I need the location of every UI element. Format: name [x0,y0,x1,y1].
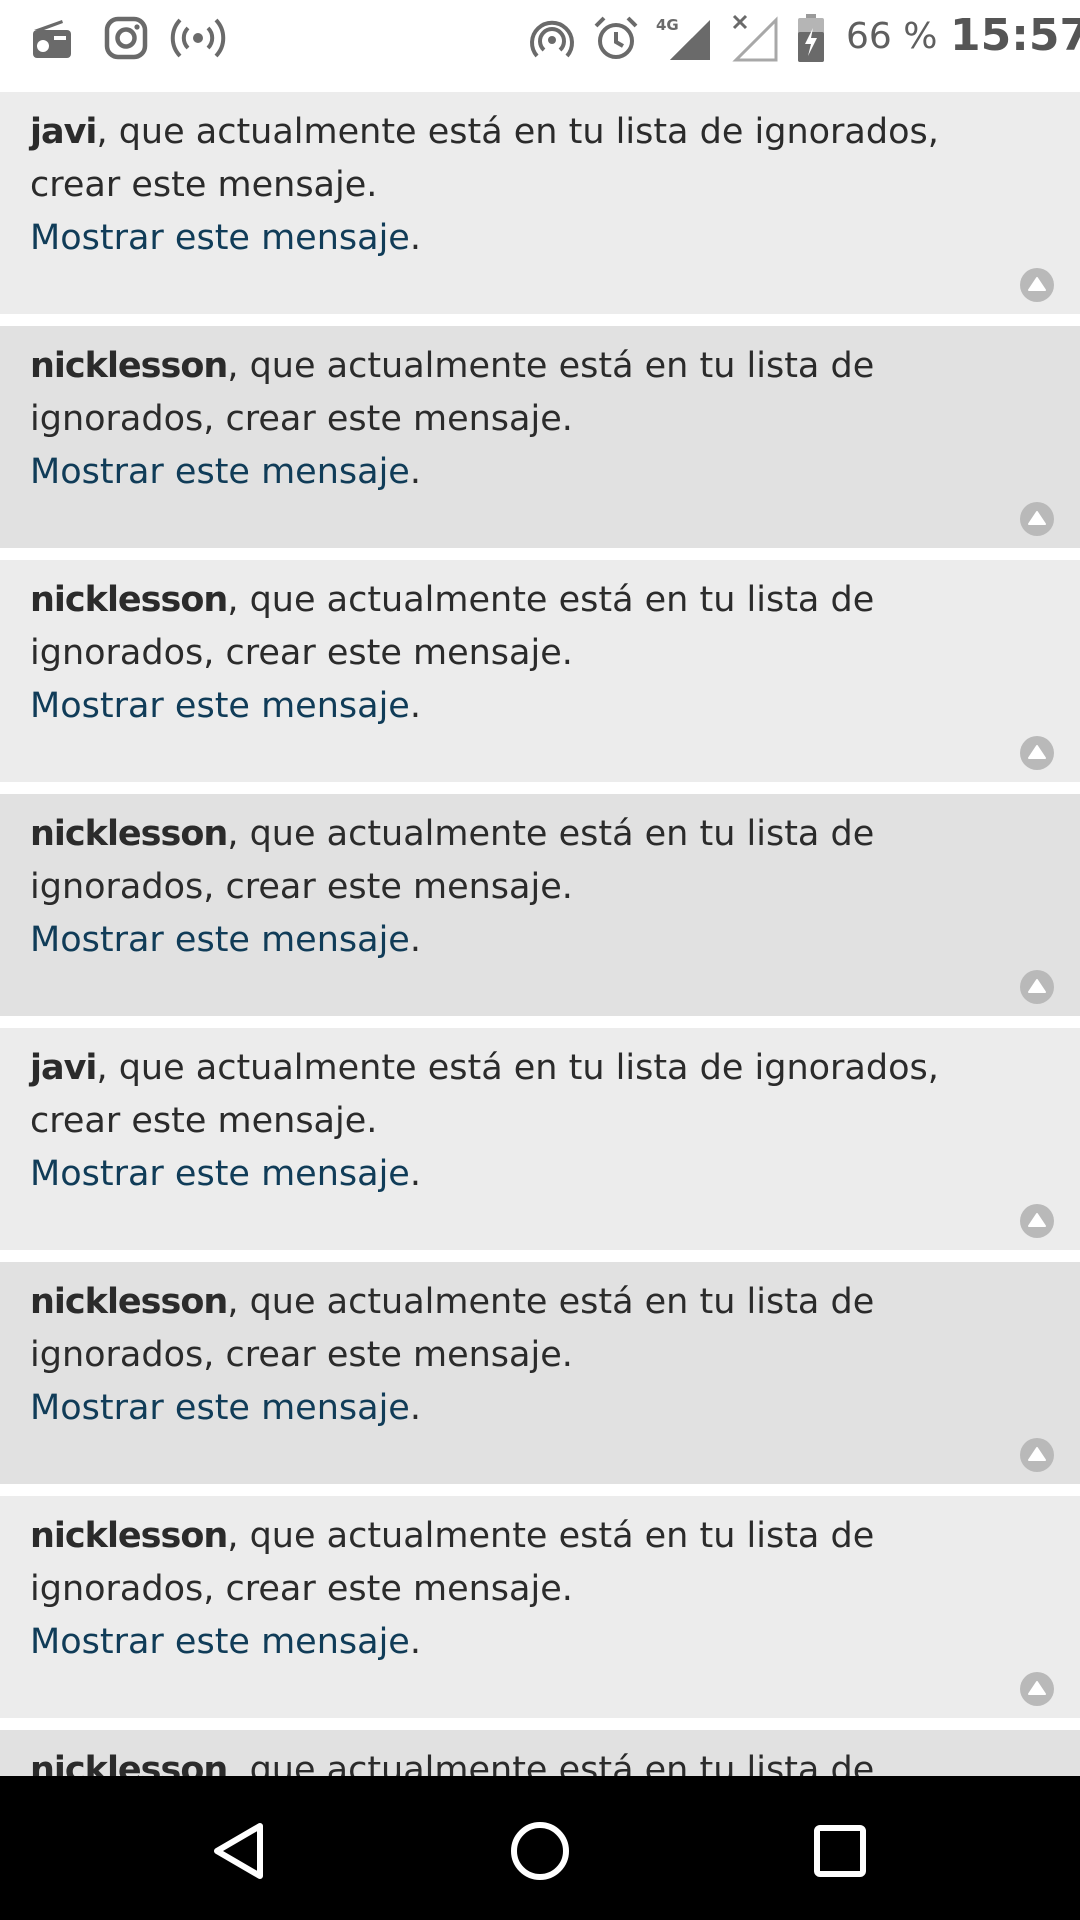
show-message-link[interactable]: Mostrar este mensaje [30,1388,410,1428]
message-text: nicklesson, que actualmente está en tu l… [30,340,1040,499]
ignored-message: nicklesson, que actualmente está en tu l… [0,560,1080,782]
scroll-up-button[interactable] [1020,1204,1054,1238]
status-bar: 4G 66 % 15:57 [0,0,1080,76]
scroll-up-button[interactable] [1020,1672,1054,1706]
link-period: . [409,1622,421,1662]
message-text: javi, que actualmente está en tu lista d… [30,106,1040,265]
link-period: . [409,1388,421,1428]
home-icon[interactable] [505,1816,575,1886]
screen: 4G 66 % 15:57 javi, que actualmente está… [0,0,1080,1920]
arrow-up-icon [1028,511,1046,525]
hotspot-icon [528,14,576,62]
alarm-icon [592,14,640,62]
arrow-up-icon [1028,1681,1046,1695]
link-period: . [409,920,421,960]
author-name[interactable]: nicklesson [30,346,228,386]
network-label: 4G [656,16,679,34]
clock: 15:57 [950,10,1080,61]
battery-percent: 66 % [846,16,938,57]
ignored-message: nicklesson, que actualmente está en tu l… [0,794,1080,1016]
scroll-up-button[interactable] [1020,502,1054,536]
instagram-icon [102,14,150,62]
ignored-notice: , que actualmente está en tu lista de ig… [30,112,939,205]
message-text: javi, que actualmente está en tu lista d… [30,1042,1040,1201]
scroll-up-button[interactable] [1020,1438,1054,1472]
arrow-up-icon [1028,1447,1046,1461]
radio-icon [28,14,76,62]
message-text: nicklesson, que actualmente está en tu l… [30,574,1040,733]
author-name[interactable]: javi [30,1048,97,1088]
show-message-link[interactable]: Mostrar este mensaje [30,1622,410,1662]
show-message-link[interactable]: Mostrar este mensaje [30,686,410,726]
arrow-up-icon [1028,979,1046,993]
scroll-up-button[interactable] [1020,970,1054,1004]
arrow-up-icon [1028,277,1046,291]
broadcast-icon [170,14,226,62]
author-name[interactable]: nicklesson [30,1750,228,1776]
ignored-message: nicklesson, que actualmente está en tu l… [0,1730,1080,1776]
show-message-link[interactable]: Mostrar este mensaje [30,218,410,258]
author-name[interactable]: nicklesson [30,1516,228,1556]
signal-4g-icon: 4G [654,14,712,62]
link-period: . [409,452,421,492]
message-text: nicklesson, que actualmente está en tu l… [30,1744,1040,1776]
show-message-link[interactable]: Mostrar este mensaje [30,1154,410,1194]
ignored-notice: , que actualmente está en tu lista de ig… [30,1048,939,1141]
message-text: nicklesson, que actualmente está en tu l… [30,1510,1040,1669]
ignored-message: javi, que actualmente está en tu lista d… [0,92,1080,314]
show-message-link[interactable]: Mostrar este mensaje [30,920,410,960]
link-period: . [409,218,421,258]
navigation-bar [0,1776,1080,1920]
ignored-message: nicklesson, que actualmente está en tu l… [0,1262,1080,1484]
arrow-up-icon [1028,745,1046,759]
message-text: nicklesson, que actualmente está en tu l… [30,1276,1040,1435]
link-period: . [409,1154,421,1194]
message-text: nicklesson, que actualmente está en tu l… [30,808,1040,967]
arrow-up-icon [1028,1213,1046,1227]
ignored-message: nicklesson, que actualmente está en tu l… [0,1496,1080,1718]
message-list: javi, que actualmente está en tu lista d… [0,92,1080,1776]
ignored-message: javi, que actualmente está en tu lista d… [0,1028,1080,1250]
no-signal-icon [730,14,778,62]
ignored-message: nicklesson, que actualmente está en tu l… [0,326,1080,548]
scroll-up-button[interactable] [1020,268,1054,302]
scroll-up-button[interactable] [1020,736,1054,770]
author-name[interactable]: nicklesson [30,580,228,620]
back-icon[interactable] [205,1816,275,1886]
recents-icon[interactable] [805,1816,875,1886]
author-name[interactable]: javi [30,112,97,152]
battery-charging-icon [794,14,828,62]
author-name[interactable]: nicklesson [30,814,228,854]
link-period: . [409,686,421,726]
show-message-link[interactable]: Mostrar este mensaje [30,452,410,492]
author-name[interactable]: nicklesson [30,1282,228,1322]
